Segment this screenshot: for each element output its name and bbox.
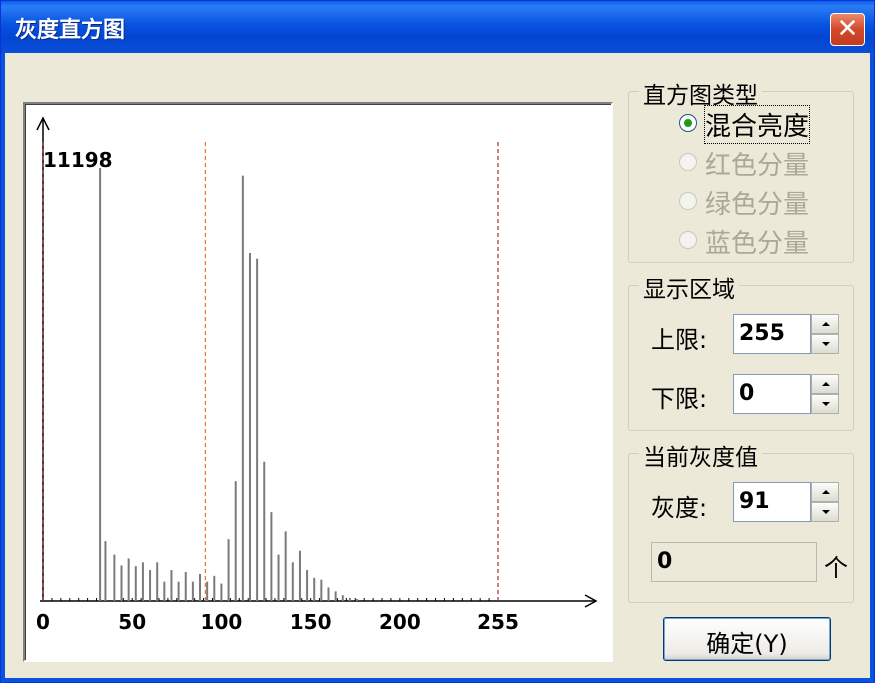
radio-indicator [679, 153, 697, 171]
histogram-chart: 0 50 100 150 200 255 11198 [36, 116, 598, 634]
gray-value-input[interactable]: 91 [733, 482, 811, 522]
ok-button-label: 确定(Y) [706, 630, 788, 658]
lower-limit-spinner[interactable] [811, 374, 839, 414]
lower-limit-input[interactable]: 0 [733, 374, 811, 414]
current-gray-group: 当前灰度值 灰度: 91 0 个 [628, 438, 854, 603]
radio-indicator [679, 192, 697, 210]
radio-red-component[interactable]: 红色分量 [679, 145, 859, 181]
radio-green-component[interactable]: 绿色分量 [679, 184, 859, 220]
gray-label: 灰度: [651, 494, 708, 522]
gray-value-spinner[interactable] [811, 482, 839, 522]
display-range-group: 显示区域 上限: 255 下限: 0 [628, 270, 854, 431]
radio-label: 红色分量 [705, 151, 810, 181]
close-icon: ✕ [836, 14, 859, 44]
radio-blue-component[interactable]: 蓝色分量 [679, 223, 859, 259]
radio-label: 蓝色分量 [705, 229, 810, 259]
upper-limit-input[interactable]: 255 [733, 314, 811, 354]
spin-up-button[interactable] [811, 314, 839, 334]
close-button[interactable]: ✕ [830, 13, 865, 46]
display-range-title: 显示区域 [639, 270, 739, 304]
spin-down-button[interactable] [811, 502, 839, 522]
radio-mixed-brightness[interactable]: 混合亮度 [679, 105, 859, 144]
histogram-chart-panel[interactable]: 0 50 100 150 200 255 11198 [23, 102, 613, 662]
radio-label: 绿色分量 [705, 190, 810, 220]
upper-limit-label: 上限: [651, 326, 708, 354]
radio-label: 混合亮度 [703, 105, 811, 144]
x-tick-label: 50 [118, 610, 146, 634]
x-tick-label: 100 [201, 610, 243, 634]
spin-down-button[interactable] [811, 394, 839, 414]
x-tick-label: 0 [36, 610, 50, 634]
x-tick-label: 200 [379, 610, 421, 634]
spin-up-button[interactable] [811, 482, 839, 502]
spin-up-button[interactable] [811, 374, 839, 394]
window-title: 灰度直方图 [15, 18, 126, 43]
ok-button[interactable]: 确定(Y) [663, 617, 831, 661]
histogram-dialog: 灰度直方图 ✕ 0 50 100 150 200 255 11198 直方图类型 混合亮度 … [0, 0, 875, 683]
radio-indicator [679, 231, 697, 249]
x-tick-label: 255 [477, 610, 519, 634]
radio-indicator [679, 114, 697, 132]
current-gray-title: 当前灰度值 [639, 438, 762, 472]
window-border-left [1, 53, 5, 683]
histogram-type-title: 直方图类型 [639, 76, 762, 110]
pixel-count-field: 0 [651, 542, 817, 582]
upper-limit-spinner[interactable] [811, 314, 839, 354]
window-border-bottom [1, 678, 874, 682]
max-count-label: 11198 [43, 148, 113, 172]
window-border-right [870, 53, 874, 683]
x-tick-label: 150 [290, 610, 332, 634]
histogram-type-group: 直方图类型 混合亮度 红色分量 绿色分量 蓝色分量 [628, 76, 854, 263]
spin-down-button[interactable] [811, 334, 839, 354]
lower-limit-label: 下限: [651, 385, 708, 413]
count-unit-label: 个 [824, 554, 848, 582]
title-bar[interactable]: 灰度直方图 ✕ [1, 1, 874, 53]
